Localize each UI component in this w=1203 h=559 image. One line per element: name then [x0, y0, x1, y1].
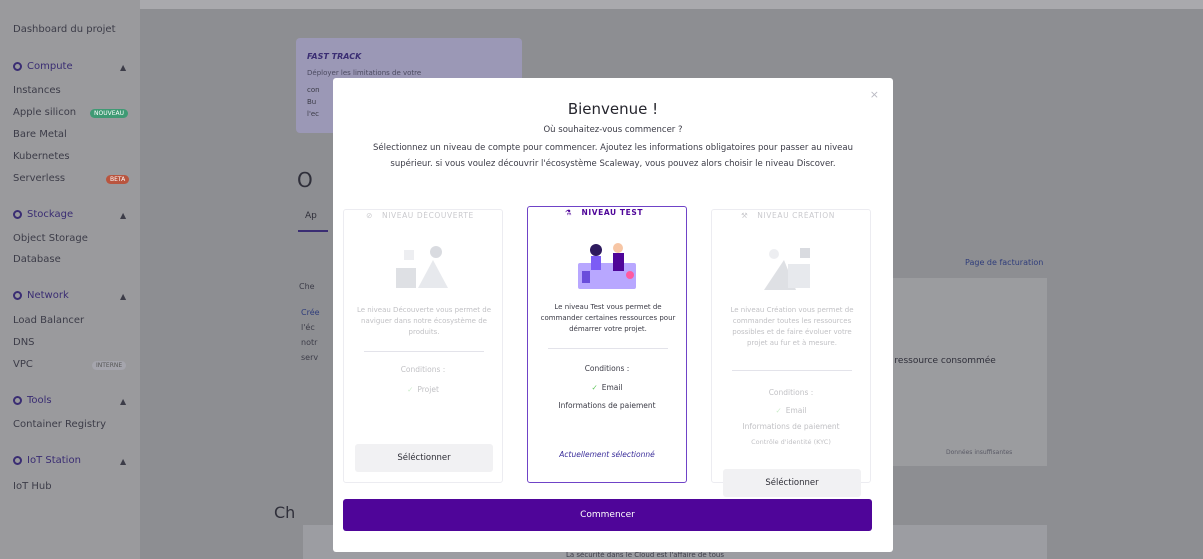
modal-question: Où souhaitez-vous commencer ? — [543, 125, 683, 135]
bg-text: serv — [301, 353, 319, 362]
card-title-text: NIVEAU TEST — [575, 208, 650, 217]
bg-text: notr — [301, 338, 318, 347]
card-title-text: NIVEAU CRÉATION — [751, 211, 842, 220]
beta-badge: BETA — [106, 175, 130, 184]
security-text: La sécurité dans le Cloud est l'affaire … — [566, 551, 724, 559]
bg-tab[interactable]: Ap — [305, 211, 317, 221]
card-creation[interactable]: ⚒ NIVEAU CRÉATION Le niveau Création vou… — [711, 209, 871, 497]
condition-item: Informations de paiement — [558, 401, 656, 410]
bg-text: Che — [299, 282, 315, 291]
conditions-label: Conditions : — [584, 364, 630, 373]
sidebar: Dashboard du projet Compute ▲ Instances … — [0, 0, 140, 559]
check-icon: ✓ — [407, 385, 414, 394]
current-selection-label: Actuellement sélectionné — [559, 450, 655, 459]
bg-heading: O — [297, 168, 313, 192]
bg-heading-ch: Ch — [274, 503, 296, 522]
chevron-up-icon[interactable]: ▲ — [120, 211, 126, 220]
sidebar-item-vpc[interactable]: VPC — [13, 359, 33, 370]
card-title: ⚒ NIVEAU CRÉATION — [712, 203, 870, 222]
sidebar-item-load-balancer[interactable]: Load Balancer — [13, 315, 84, 326]
sidebar-section-network[interactable]: Network — [13, 290, 69, 301]
conditions-label: Conditions : — [400, 365, 446, 374]
chevron-up-icon[interactable]: ▲ — [120, 63, 126, 72]
card-title: ⊘ NIVEAU DÉCOUVERTE — [344, 203, 502, 222]
condition-text: Email — [785, 406, 807, 415]
bg-tab-underline — [298, 230, 328, 232]
sidebar-section-label: IoT Station — [27, 455, 81, 466]
condition-item: ✓ Email — [528, 383, 686, 392]
sidebar-item-serverless[interactable]: Serverless — [13, 173, 65, 184]
internal-badge: INTERNE — [92, 361, 127, 370]
last-data-text: Données insuffisantes — [946, 449, 1013, 456]
network-icon — [13, 291, 22, 300]
sidebar-item-bare-metal[interactable]: Bare Metal — [13, 129, 67, 140]
sidebar-section-tools[interactable]: Tools — [13, 395, 52, 406]
chevron-up-icon[interactable]: ▲ — [120, 292, 126, 301]
chevron-up-icon[interactable]: ▲ — [120, 397, 126, 406]
sidebar-section-storage[interactable]: Stockage — [13, 209, 73, 220]
bg-text: l'éc — [301, 323, 315, 332]
bg-text: con — [307, 86, 320, 94]
condition-item: ✓ Projet — [344, 385, 502, 394]
creation-illustration-icon — [764, 248, 810, 290]
card-discovery[interactable]: ⊘ NIVEAU DÉCOUVERTE Le niveau Découverte… — [343, 209, 503, 483]
bg-text: l'ec — [307, 110, 320, 118]
fast-track-title: FAST TRACK — [307, 52, 362, 61]
new-badge: NOUVEAU — [90, 109, 128, 118]
fast-track-text: Déployer les limitations de votre — [307, 69, 422, 77]
conditions-label: Conditions : — [768, 388, 814, 397]
welcome-modal: × Bienvenue ! Où souhaitez-vous commence… — [333, 78, 893, 552]
check-icon: ✓ — [775, 406, 782, 415]
select-discovery-button[interactable]: Séléctionner — [355, 444, 493, 472]
sidebar-item-dashboard[interactable]: Dashboard du projet — [13, 24, 116, 35]
divider — [548, 348, 668, 349]
sidebar-item-apple-silicon[interactable]: Apple silicon — [13, 107, 76, 118]
billing-link[interactable]: Page de facturation — [965, 258, 1043, 267]
test-illustration-icon — [578, 243, 636, 289]
sidebar-item-kubernetes[interactable]: Kubernetes — [13, 151, 70, 162]
divider — [364, 351, 484, 352]
sidebar-item-iot-hub[interactable]: IoT Hub — [13, 481, 52, 492]
chevron-up-icon[interactable]: ▲ — [120, 457, 126, 466]
bg-text: Bu — [307, 98, 317, 106]
sidebar-item-dns[interactable]: DNS — [13, 337, 35, 348]
modal-description: Sélectionnez un niveau de compte pour co… — [373, 143, 853, 169]
sidebar-item-instances[interactable]: Instances — [13, 85, 61, 96]
condition-item: Contrôle d'identité (KYC) — [751, 438, 831, 446]
bg-panel — [892, 278, 1047, 466]
top-bar — [0, 0, 1203, 9]
sidebar-section-label: Compute — [27, 61, 73, 72]
bg-link[interactable]: Crée — [301, 308, 320, 317]
storage-icon — [13, 210, 22, 219]
discovery-illustration-icon — [396, 246, 448, 288]
sidebar-section-label: Stockage — [27, 209, 74, 220]
divider — [732, 370, 852, 371]
card-text: Le niveau Test vous permet de commander … — [540, 303, 676, 333]
condition-item: ✓ Email — [712, 406, 870, 415]
check-icon: ✓ — [591, 383, 598, 392]
condition-item: Informations de paiement — [742, 422, 840, 431]
card-title-text: NIVEAU DÉCOUVERTE — [375, 211, 480, 220]
condition-text: Projet — [417, 385, 439, 394]
sidebar-section-compute[interactable]: Compute — [13, 61, 73, 72]
card-text: Le niveau Découverte vous permet de navi… — [356, 306, 492, 336]
iot-icon — [13, 456, 22, 465]
sidebar-section-label: Network — [27, 290, 69, 301]
card-test[interactable]: ⚗ NIVEAU TEST Le niveau Test vous permet… — [527, 206, 687, 483]
consumption-text: e ressource consommée — [886, 356, 996, 366]
sidebar-item-database[interactable]: Database — [13, 254, 61, 265]
tools-icon — [13, 396, 22, 405]
condition-text: Email — [601, 383, 623, 392]
compute-icon — [13, 62, 22, 71]
modal-title: Bienvenue ! — [567, 100, 659, 118]
sidebar-item-container-registry[interactable]: Container Registry — [13, 419, 106, 430]
sidebar-section-label: Tools — [27, 395, 52, 406]
select-creation-button[interactable]: Séléctionner — [723, 469, 861, 497]
card-text: Le niveau Création vous permet de comman… — [730, 306, 854, 347]
card-title: ⚗ NIVEAU TEST — [528, 200, 686, 219]
sidebar-section-iot[interactable]: IoT Station — [13, 455, 81, 466]
sidebar-item-object-storage[interactable]: Object Storage — [13, 233, 88, 244]
start-button[interactable]: Commencer — [343, 499, 872, 531]
